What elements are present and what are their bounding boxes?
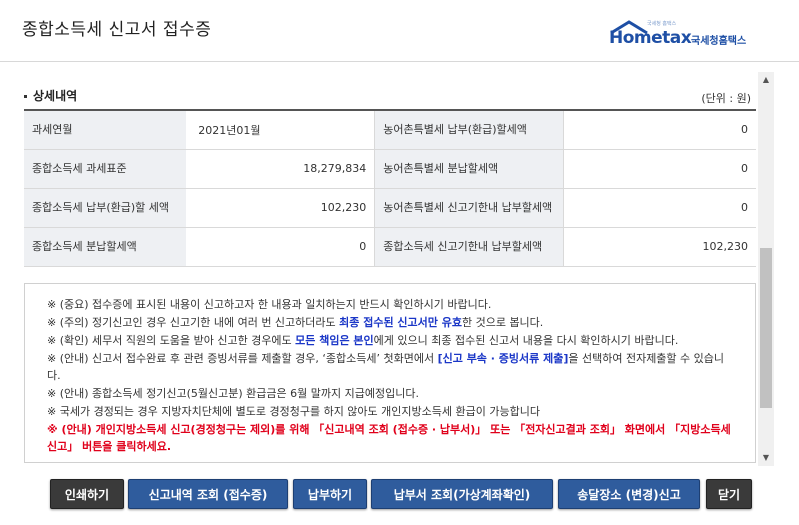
row-label: 농어촌특별세 분납할세액: [374, 149, 564, 189]
row-label: 종합소득세 분납할세액: [24, 227, 187, 267]
scroll-up-arrow-icon[interactable]: ▲: [758, 72, 774, 88]
row-value: 102,230: [563, 227, 756, 267]
row-label: 종합소득세 납부(환급)할 세액: [24, 188, 187, 228]
page-title: 종합소득세 신고서 접수증: [22, 20, 212, 40]
highlight-text: [신고 부속 · 증빙서류 제출]: [437, 352, 569, 365]
notice-item: ※ (안내) 종합소득세 정기신고(5월신고분) 환급금은 6월 말까지 지급예…: [47, 387, 419, 400]
receipt-window: 종합소득세 신고서 접수증 국세청 홈택스 Hometax 국세청홈택스 상세내…: [0, 0, 799, 525]
row-label: 종합소득세 과세표준: [24, 149, 187, 189]
button-bar: 인쇄하기 신고내역 조회 (접수증) 납부하기 납부서 조회(가상계좌확인) 송…: [0, 475, 799, 525]
row-value: 2021년01월: [186, 110, 376, 150]
row-value: 0: [563, 188, 756, 228]
highlight-text: 최종 접수된 신고서만 유효: [339, 316, 462, 329]
scrollbar-thumb[interactable]: [760, 248, 772, 408]
notice-item: ※ (안내) 신고서 접수완료 후 관련 증빙서류를 제출할 경우, ‘종합소득…: [47, 352, 725, 382]
row-value: 18,279,834: [186, 149, 376, 189]
scroll-down-arrow-icon[interactable]: ▼: [758, 450, 774, 466]
payslip-button[interactable]: 납부서 조회(가상계좌확인): [371, 479, 553, 509]
print-button[interactable]: 인쇄하기: [50, 479, 124, 509]
logo-text: Hometax: [609, 28, 692, 48]
row-value: 0: [563, 149, 756, 189]
table-row: 과세연월 2021년01월 농어촌특별세 납부(환급)할세액 0: [24, 110, 756, 150]
notice-item: ※ (중요) 접수증에 표시된 내용이 신고하고자 한 내용과 일치하는지 반드…: [47, 298, 492, 311]
logo-small-text: 국세청 홈택스: [647, 21, 677, 27]
history-button[interactable]: 신고내역 조회 (접수증): [128, 479, 288, 509]
table-row: 종합소득세 납부(환급)할 세액 102,230 농어촌특별세 신고기한내 납부…: [24, 188, 756, 228]
close-button[interactable]: 닫기: [706, 479, 752, 509]
logo-subtext: 국세청홈택스: [691, 36, 747, 47]
section-title: 상세내역: [24, 87, 77, 104]
row-label: 농어촌특별세 납부(환급)할세액: [374, 110, 564, 150]
notice-item: ※ (주의) 정기신고인 경우 신고기한 내에 여러 번 신고하더라도 최종 접…: [47, 316, 544, 329]
highlight-text: 모든 책임은 본인: [295, 334, 374, 347]
notice-box: ※ (중요) 접수증에 표시된 내용이 신고하고자 한 내용과 일치하는지 반드…: [24, 283, 756, 463]
notice-item: ※ 국세가 경정되는 경우 지방자치단체에 별도로 경정청구를 하지 않아도 개…: [47, 405, 540, 418]
row-value: 0: [563, 110, 756, 150]
row-label: 농어촌특별세 신고기한내 납부할세액: [374, 188, 564, 228]
detail-table: 과세연월 2021년01월 농어촌특별세 납부(환급)할세액 0 종합소득세 과…: [24, 109, 756, 267]
row-value: 0: [186, 227, 376, 267]
vertical-scrollbar[interactable]: ▲ ▼: [758, 72, 774, 466]
row-value: 102,230: [186, 188, 376, 228]
row-label: 과세연월: [24, 110, 187, 150]
pay-button[interactable]: 납부하기: [293, 479, 367, 509]
notice-item: ※ (확인) 세무서 직원의 도움을 받아 신고한 경우에도 모든 책임은 본인…: [47, 334, 679, 347]
table-row: 종합소득세 분납할세액 0 종합소득세 신고기한내 납부할세액 102,230: [24, 227, 756, 267]
notice-item-red: ※ (안내) 개인지방소득세 신고(경정청구는 제외)를 위해 「신고내역 조회…: [47, 423, 731, 453]
address-change-button[interactable]: 송달장소 (변경)신고: [558, 479, 700, 509]
table-row: 종합소득세 과세표준 18,279,834 농어촌특별세 분납할세액 0: [24, 149, 756, 189]
hometax-logo: 국세청 홈택스 Hometax 국세청홈택스: [609, 20, 769, 50]
unit-label: (단위 : 원): [701, 92, 751, 105]
row-label: 종합소득세 신고기한내 납부할세액: [374, 227, 564, 267]
window-header: 종합소득세 신고서 접수증 국세청 홈택스 Hometax 국세청홈택스: [0, 0, 799, 62]
